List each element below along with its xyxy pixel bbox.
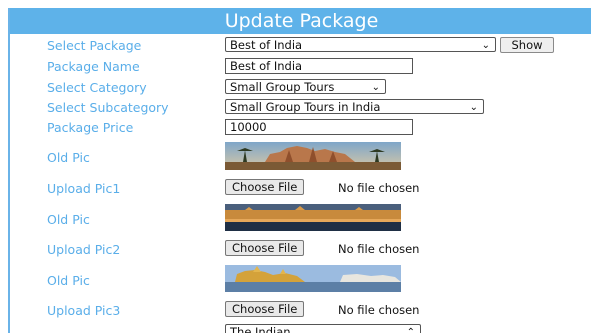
upload-pic-3-row: Upload Pic3 Choose File No file chosen [10, 300, 591, 320]
chevron-down-icon: ⌄ [469, 102, 478, 113]
select-subcategory-row: Select Subcategory Small Group Tours in … [10, 97, 591, 117]
old-pic-row-3: Old Pic [10, 265, 591, 295]
chevron-down-icon: ⌄ [481, 40, 490, 51]
package-name-input[interactable]: Best of India [225, 58, 413, 74]
old-pic-label: Old Pic [47, 150, 90, 165]
old-pic-label: Old Pic [47, 273, 90, 288]
bottom-select-dropdown[interactable]: The Indian ⌃ [225, 324, 421, 333]
select-package-value: Best of India [230, 38, 303, 52]
no-file-chosen-3: No file chosen [338, 303, 420, 317]
old-pic-2-thumbnail [225, 204, 401, 231]
package-price-input[interactable]: 10000 [225, 119, 413, 135]
bottom-select-row: The Indian ⌃ [10, 322, 591, 333]
bottom-select-value: The Indian [230, 325, 291, 333]
select-package-label: Select Package [47, 38, 142, 53]
choose-file-2-button[interactable]: Choose File [225, 240, 305, 256]
chevron-down-icon: ⌄ [371, 82, 380, 93]
old-pic-3-thumbnail [225, 265, 401, 292]
old-pic-row-1: Old Pic [10, 142, 591, 172]
no-file-chosen-2: No file chosen [338, 242, 420, 256]
upload-pic-1-row: Upload Pic1 Choose File No file chosen [10, 178, 591, 198]
upload-pic-2-row: Upload Pic2 Choose File No file chosen [10, 239, 591, 259]
old-pic-label: Old Pic [47, 212, 90, 227]
select-package-row: Select Package Best of India ⌄ Show [10, 36, 591, 54]
select-subcategory-label: Select Subcategory [47, 100, 169, 115]
package-name-label: Package Name [47, 59, 140, 74]
page-title: Update Package [10, 8, 591, 34]
choose-file-1-button[interactable]: Choose File [225, 179, 305, 195]
update-package-panel: Update Package Select Package Best of In… [8, 8, 591, 333]
old-pic-row-2: Old Pic [10, 204, 591, 234]
chevron-up-icon: ⌃ [406, 327, 415, 333]
show-button[interactable]: Show [500, 37, 554, 53]
choose-file-3-button[interactable]: Choose File [225, 301, 305, 317]
upload-pic-2-label: Upload Pic2 [47, 242, 121, 257]
select-category-dropdown[interactable]: Small Group Tours ⌄ [225, 79, 386, 94]
upload-pic-1-label: Upload Pic1 [47, 181, 121, 196]
select-category-value: Small Group Tours [230, 80, 335, 94]
select-category-row: Select Category Small Group Tours ⌄ [10, 77, 591, 97]
select-package-dropdown[interactable]: Best of India ⌄ [225, 37, 496, 52]
upload-pic-3-label: Upload Pic3 [47, 303, 121, 318]
select-subcategory-value: Small Group Tours in India [230, 100, 381, 114]
select-subcategory-dropdown[interactable]: Small Group Tours in India ⌄ [225, 99, 484, 114]
package-name-row: Package Name Best of India [10, 56, 591, 76]
package-price-row: Package Price 10000 [10, 117, 591, 137]
no-file-chosen-1: No file chosen [338, 181, 420, 195]
select-category-label: Select Category [47, 80, 147, 95]
package-price-label: Package Price [47, 120, 134, 135]
old-pic-1-thumbnail [225, 142, 401, 170]
